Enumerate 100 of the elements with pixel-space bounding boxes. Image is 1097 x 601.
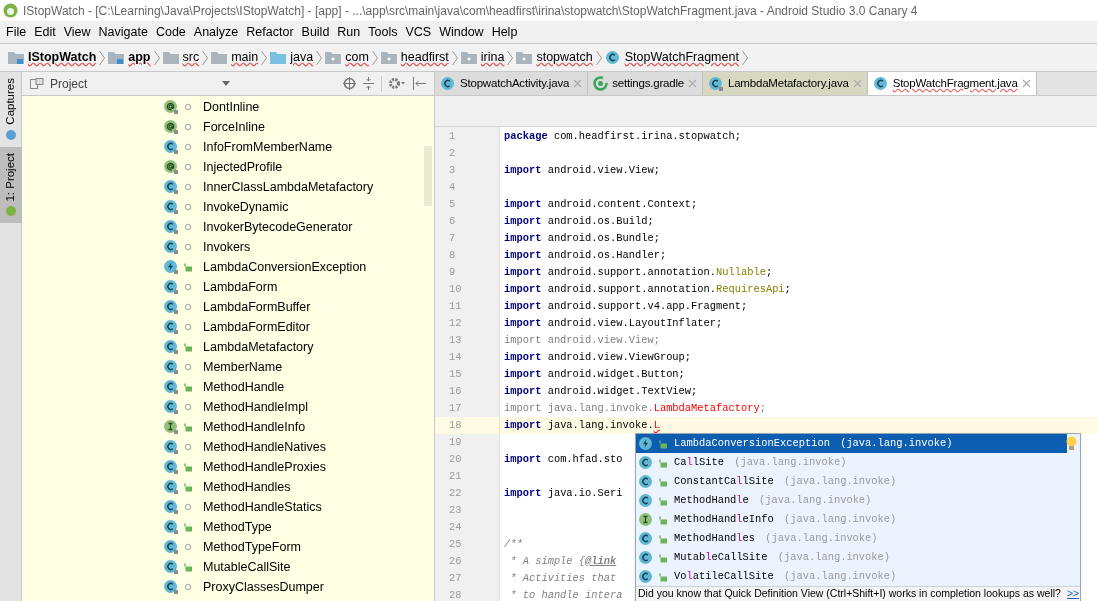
line-number: 15: [449, 366, 462, 382]
tree-item[interactable]: LambdaFormBuffer: [22, 297, 434, 317]
breadcrumb-item[interactable]: main: [211, 48, 259, 67]
line-number: 16: [449, 383, 462, 399]
tree-item[interactable]: MethodHandle: [22, 377, 434, 397]
completion-item[interactable]: VolatileCallSite (java.lang.invoke): [636, 567, 1080, 586]
line-number: 3: [449, 162, 456, 178]
tree-item[interactable]: Invokers: [22, 237, 434, 257]
code-line: /**: [504, 536, 523, 552]
completion-item[interactable]: CallSite (java.lang.invoke): [636, 453, 1080, 472]
completion-item[interactable]: MethodHandles (java.lang.invoke): [636, 529, 1080, 548]
code-line: import android.view.View;: [504, 162, 660, 178]
target-icon[interactable]: [343, 77, 356, 90]
menu-item[interactable]: Help: [487, 22, 522, 42]
code-line: import android.os.Handler;: [504, 247, 667, 263]
completion-item[interactable]: MethodHandle (java.lang.invoke): [636, 491, 1080, 510]
tree-item[interactable]: MemberName: [22, 357, 434, 377]
line-number: 19: [449, 434, 462, 450]
code-line: import android.support.annotation.Nullable;: [504, 264, 773, 280]
tree-item[interactable]: MethodHandles: [22, 477, 434, 497]
stopwatch-icon: [5, 128, 17, 141]
breadcrumb-item[interactable]: java: [270, 48, 314, 67]
close-icon[interactable]: [1021, 79, 1031, 88]
tool-window-tab[interactable]: Captures: [0, 72, 22, 147]
tree-item[interactable]: MethodHandleStatics: [22, 497, 434, 517]
menu-item[interactable]: Edit: [30, 22, 60, 42]
editor-tab[interactable]: settings.gradle: [588, 72, 703, 95]
menu-item[interactable]: View: [59, 22, 95, 42]
line-number: 20: [449, 451, 462, 467]
collapse-icon[interactable]: [362, 77, 375, 90]
tree-item[interactable]: MethodHandleInfo: [22, 417, 434, 437]
breadcrumb-item[interactable]: irina: [460, 48, 505, 67]
tree-item[interactable]: InjectedProfile: [22, 157, 434, 177]
tree-item[interactable]: MethodHandleProxies: [22, 457, 434, 477]
chevron-icon: [451, 49, 458, 66]
open-lock-icon: [658, 533, 668, 544]
line-number: 12: [449, 315, 462, 331]
code-line: import android.os.Build;: [504, 213, 654, 229]
hide-panel-icon[interactable]: [412, 77, 426, 90]
line-number: 21: [449, 468, 462, 484]
breadcrumb-item[interactable]: app: [108, 48, 151, 67]
line-number: 1: [449, 128, 456, 144]
editor-tab[interactable]: StopwatchActivity.java: [435, 72, 589, 95]
code-line: package com.headfirst.irina.stopwatch;: [504, 128, 741, 144]
tree-item[interactable]: LambdaMetafactory: [22, 337, 434, 357]
line-number: 11: [449, 298, 462, 314]
breadcrumb-item[interactable]: headfirst: [380, 48, 449, 67]
breadcrumb-item[interactable]: stopwatch: [516, 48, 593, 67]
menu-item[interactable]: Navigate: [94, 22, 152, 42]
breadcrumb-item[interactable]: com: [325, 48, 369, 67]
menu-item[interactable]: Window: [435, 22, 488, 42]
tree-item[interactable]: LambdaForm: [22, 277, 434, 297]
tree-item[interactable]: LambdaConversionException: [22, 257, 434, 277]
completion-item[interactable]: MutableCallSite (java.lang.invoke): [636, 548, 1080, 567]
open-lock-icon: [658, 476, 668, 487]
line-number: 27: [449, 570, 462, 586]
completion-item[interactable]: MethodHandleInfo (java.lang.invoke): [636, 510, 1080, 529]
tree-item[interactable]: InnerClassLambdaMetafactory: [22, 177, 434, 197]
menu-item[interactable]: File: [2, 22, 31, 42]
menu-item[interactable]: Analyze: [189, 22, 243, 42]
tree-item[interactable]: InvokeDynamic: [22, 197, 434, 217]
menu-item[interactable]: Code: [151, 22, 190, 42]
completion-item[interactable]: ConstantCallSite (java.lang.invoke): [636, 472, 1080, 491]
editor-tab[interactable]: StopWatchFragment.java: [867, 72, 1037, 95]
line-number: 10: [449, 281, 462, 297]
line-number: 5: [449, 196, 456, 212]
line-number: 4: [449, 179, 456, 195]
editor-tab[interactable]: LambdaMetafactory.java: [702, 72, 868, 95]
line-number: 14: [449, 349, 462, 365]
tree-item[interactable]: DontInline: [22, 97, 434, 117]
tree-item[interactable]: MethodTypeForm: [22, 537, 434, 557]
tree-item[interactable]: InvokerBytecodeGenerator: [22, 217, 434, 237]
line-number: 17: [449, 400, 462, 416]
menu-item[interactable]: Build: [297, 22, 334, 42]
menu-item[interactable]: Tools: [364, 22, 402, 42]
tree-item[interactable]: MethodHandleImpl: [22, 397, 434, 417]
tool-window-tab[interactable]: 1: Project: [0, 146, 22, 224]
hint-link[interactable]: >>: [1066, 586, 1080, 601]
code-line: * to handle intera: [509, 587, 623, 601]
tree-item[interactable]: ForceInline: [22, 117, 434, 137]
chevron-icon: [261, 49, 268, 66]
line-number: 2: [449, 145, 456, 161]
open-lock-icon: [658, 514, 668, 525]
code-line: import android.view.View;: [504, 332, 660, 348]
lightbulb-icon[interactable]: [1066, 436, 1077, 451]
tree-item[interactable]: ProxyClassesDumper: [22, 577, 434, 597]
breadcrumb-item[interactable]: IStopWatch: [8, 48, 97, 67]
breadcrumb-item[interactable]: src: [162, 48, 200, 67]
tree-item[interactable]: LambdaFormEditor: [22, 317, 434, 337]
breadcrumb-item[interactable]: StopWatchFragment: [604, 48, 739, 67]
menu-item[interactable]: Refactor: [242, 22, 298, 42]
menu-item[interactable]: VCS: [401, 22, 436, 42]
completion-item[interactable]: LambdaConversionException (java.lang.invoke): [636, 434, 1067, 453]
menu-item[interactable]: Run: [333, 22, 365, 42]
tree-item[interactable]: MethodType: [22, 517, 434, 537]
tree-item[interactable]: MethodHandleNatives: [22, 437, 434, 457]
settings-icon[interactable]: [388, 77, 406, 90]
tree-item[interactable]: MutableCallSite: [22, 557, 434, 577]
tree-item[interactable]: InfoFromMemberName: [22, 137, 434, 157]
window-title: IStopWatch - [C:\Learning\Java\Projects\IStopWatch] - [app] - ...\app\src\main\java\com\headfirst\irina\stopwatch\StopWatchFragment.java - Android Studio 3.0 Canary 4: [23, 2, 918, 20]
